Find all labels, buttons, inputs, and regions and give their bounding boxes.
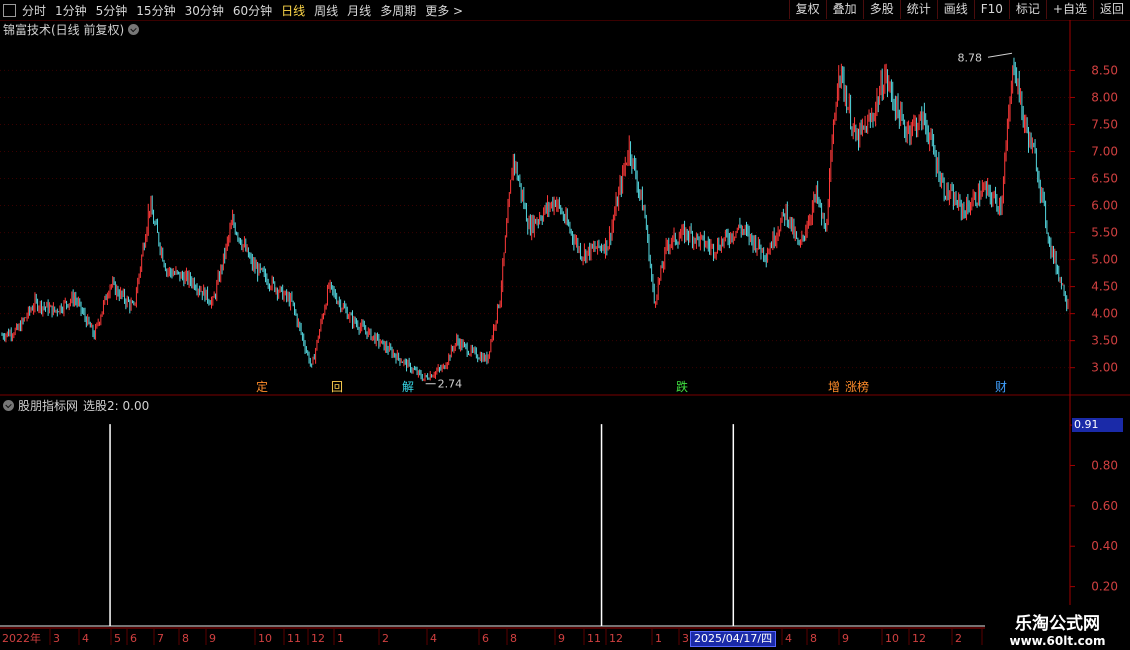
price-tick-label: 7.00 — [1091, 144, 1118, 158]
month-label: 1 — [655, 632, 662, 645]
indicator-tick-label: 0.60 — [1091, 499, 1118, 513]
indicator-tick-label: 0.80 — [1091, 458, 1118, 472]
low-price-label: 2.74 — [438, 378, 463, 391]
month-label: 12 — [311, 632, 325, 645]
month-label: 2 — [382, 632, 389, 645]
month-label: 4 — [82, 632, 89, 645]
indicator-panel-header: 股朋指标网 选股2: 0.00 — [3, 397, 149, 414]
month-label: 9 — [558, 632, 565, 645]
event-marker: 解 — [402, 380, 414, 394]
event-marker: 增 — [828, 380, 840, 394]
chart-canvas: 3.00 3.50 4.00 4.50 5.00 5.50 6.00 6.50 7.00 7.50… — [0, 20, 1130, 645]
month-label: 11 — [287, 632, 301, 645]
price-tick-label: 8.00 — [1091, 90, 1118, 104]
month-label: 12 — [912, 632, 926, 645]
watermark-url: www.60lt.com — [1009, 634, 1106, 648]
month-label: 6 — [130, 632, 137, 645]
watermark-title: 乐淘公式网 — [1015, 614, 1100, 634]
price-tick-label: 4.50 — [1091, 280, 1118, 294]
panel-menu-icon[interactable] — [128, 24, 140, 35]
month-label: 6 — [482, 632, 489, 645]
month-label: 3 — [682, 632, 689, 645]
high-price-label: 8.78 — [957, 51, 982, 64]
month-label: 2 — [955, 632, 962, 645]
indicator-panel-title: 股朋指标网 — [18, 399, 79, 413]
indicator-tick-label: 0.40 — [1091, 539, 1118, 553]
price-tick-label: 6.00 — [1091, 199, 1118, 213]
month-label: 8 — [510, 632, 517, 645]
selected-date: 2025/04/17/四 — [690, 631, 777, 647]
month-label: 4 — [430, 632, 437, 645]
event-marker: 跌 — [676, 379, 688, 394]
price-tick-label: 3.00 — [1091, 361, 1118, 375]
month-label: 3 — [53, 632, 60, 645]
high-arrow-line — [987, 52, 1013, 58]
price-tick-label: 7.50 — [1091, 117, 1118, 131]
month-label: 9 — [842, 632, 849, 645]
month-label: 10 — [885, 632, 899, 645]
price-tick-label: 3.50 — [1091, 334, 1118, 348]
price-tick-label: 5.50 — [1091, 226, 1118, 240]
month-label: 11 — [587, 632, 601, 645]
indicator-label: 选股2: 0.00 — [83, 399, 150, 413]
price-tick-label: 6.50 — [1091, 172, 1118, 186]
event-marker: 涨榜 — [845, 379, 869, 394]
month-label: 4 — [785, 632, 792, 645]
main-panel-header: 锦富技术(日线 前复权) — [3, 21, 143, 38]
price-tick-label: 4.00 — [1091, 307, 1118, 321]
watermark-logo: 乐淘公式网 www.60lt.com — [985, 605, 1130, 650]
event-marker: 定 — [256, 379, 268, 394]
month-label: 5 — [114, 632, 121, 645]
month-label: 12 — [609, 632, 623, 645]
main-panel-title: 锦富技术(日线 前复权) — [3, 23, 125, 37]
month-label: 10 — [258, 632, 272, 645]
month-label: 8 — [810, 632, 817, 645]
price-tick-label: 8.50 — [1091, 63, 1118, 77]
event-marker: 财 — [995, 380, 1007, 394]
month-label: 7 — [157, 632, 164, 645]
month-label: 8 — [182, 632, 189, 645]
month-label: 9 — [209, 632, 216, 645]
event-marker: 回 — [331, 380, 343, 394]
indicator-current-value: 0.91 — [1072, 418, 1123, 432]
indicator-menu-icon[interactable] — [3, 400, 14, 411]
indicator-tick-label: 0.20 — [1091, 580, 1118, 594]
year-label: 2022年 — [2, 631, 41, 645]
price-tick-label: 5.00 — [1091, 253, 1118, 267]
month-label: 1 — [337, 632, 344, 645]
